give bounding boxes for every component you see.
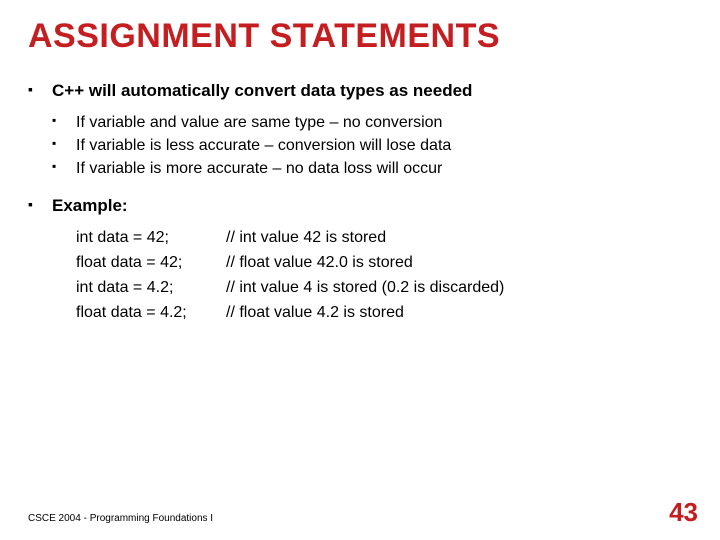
- example-comment-1: // int value 42 is stored: [226, 226, 386, 251]
- example-code-1: int data = 42;: [76, 226, 226, 251]
- sub-bullet-list: If variable and value are same type – no…: [52, 111, 692, 181]
- example-code-3: int data = 4.2;: [76, 276, 226, 301]
- example-row-4: float data = 4.2; // float value 4.2 is …: [76, 301, 692, 326]
- bullet-item-1: C++ will automatically convert data type…: [28, 81, 692, 181]
- bullet-item-2: Example: int data = 42; // int value 42 …: [28, 196, 692, 325]
- example-comment-4: // float value 4.2 is stored: [226, 301, 404, 326]
- bullet-list: C++ will automatically convert data type…: [28, 81, 692, 326]
- example-code-4: float data = 4.2;: [76, 301, 226, 326]
- example-block: int data = 42; // int value 42 is stored…: [52, 226, 692, 325]
- bullet-text-2: Example:: [52, 196, 128, 215]
- example-code-2: float data = 42;: [76, 251, 226, 276]
- page-number: 43: [669, 497, 698, 528]
- bullet-text-1: C++ will automatically convert data type…: [52, 81, 472, 100]
- example-row-3: int data = 4.2; // int value 4 is stored…: [76, 276, 692, 301]
- sub-bullet-2: If variable is less accurate – conversio…: [52, 134, 692, 157]
- footer-text: CSCE 2004 - Programming Foundations I: [28, 513, 213, 524]
- example-comment-3: // int value 4 is stored (0.2 is discard…: [226, 276, 504, 301]
- sub-bullet-1: If variable and value are same type – no…: [52, 111, 692, 134]
- sub-bullet-3: If variable is more accurate – no data l…: [52, 157, 692, 180]
- example-comment-2: // float value 42.0 is stored: [226, 251, 413, 276]
- slide-title: ASSIGNMENT STATEMENTS: [28, 18, 692, 55]
- example-row-1: int data = 42; // int value 42 is stored: [76, 226, 692, 251]
- example-row-2: float data = 42; // float value 42.0 is …: [76, 251, 692, 276]
